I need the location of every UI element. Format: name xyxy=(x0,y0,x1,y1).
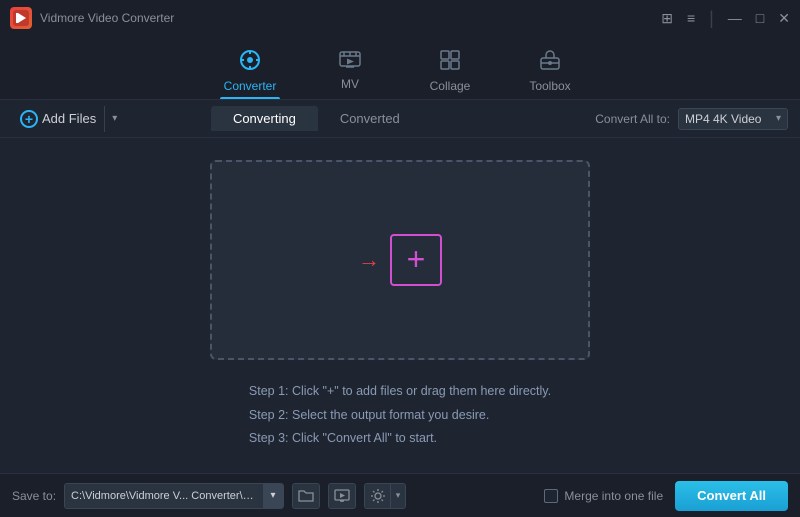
gear-dropdown[interactable]: ▾ xyxy=(390,483,406,509)
instruction-3: Step 3: Click "Convert All" to start. xyxy=(249,427,551,451)
converter-icon xyxy=(239,49,261,75)
mv-tab-label: MV xyxy=(341,77,359,91)
collage-tab-label: Collage xyxy=(430,79,471,93)
tab-collage[interactable]: Collage xyxy=(400,43,500,99)
title-bar-left: Vidmore Video Converter xyxy=(10,7,174,29)
save-path-text: C:\Vidmore\Vidmore V... Converter\Conver… xyxy=(65,490,263,502)
sub-tab-converted[interactable]: Converted xyxy=(318,106,422,131)
grid-button[interactable]: ⊞ xyxy=(661,10,673,27)
bottom-right: Merge into one file Convert All xyxy=(544,481,788,511)
drop-zone[interactable]: → + xyxy=(210,160,590,360)
instructions: Step 1: Click "+" to add files or drag t… xyxy=(229,380,571,451)
merge-into-one-file[interactable]: Merge into one file xyxy=(544,489,663,503)
tab-mv[interactable]: MV xyxy=(300,43,400,99)
title-bar-controls: ⊞ ≡ | — □ ✕ xyxy=(661,9,790,27)
preview-button[interactable] xyxy=(328,483,356,509)
format-dropdown-icon: ▾ xyxy=(776,113,781,124)
app-logo xyxy=(10,7,32,29)
tab-converter[interactable]: Converter xyxy=(200,43,300,99)
nav-tabs: Converter MV Collage xyxy=(0,36,800,100)
open-folder-button[interactable] xyxy=(292,483,320,509)
format-value: MP4 4K Video xyxy=(685,112,762,126)
tab-toolbox[interactable]: Toolbox xyxy=(500,43,600,99)
title-text: Vidmore Video Converter xyxy=(40,11,174,25)
sub-toolbar: + Add Files ▾ Converting Converted Conve… xyxy=(0,100,800,138)
format-select[interactable]: MP4 4K Video ▾ xyxy=(678,108,788,130)
sub-tab-converting[interactable]: Converting xyxy=(211,106,318,131)
main-content: → + Step 1: Click "+" to add files or dr… xyxy=(0,138,800,473)
close-button[interactable]: ✕ xyxy=(778,10,790,27)
title-bar: Vidmore Video Converter ⊞ ≡ | — □ ✕ xyxy=(0,0,800,36)
convert-all-button[interactable]: Convert All xyxy=(675,481,788,511)
add-files-icon: + xyxy=(20,110,38,128)
menu-button[interactable]: ≡ xyxy=(687,10,695,26)
convert-all-to: Convert All to: MP4 4K Video ▾ xyxy=(595,108,788,130)
save-path-dropdown[interactable]: ▾ xyxy=(263,483,283,509)
sub-tabs: Converting Converted xyxy=(211,106,422,131)
toolbox-icon xyxy=(539,49,561,75)
arrow-right-icon: → xyxy=(358,247,380,273)
add-files-dropdown[interactable]: ▾ xyxy=(104,106,124,132)
add-files-button[interactable]: + Add Files xyxy=(12,106,104,132)
maximize-button[interactable]: □ xyxy=(756,10,764,26)
save-path-box: C:\Vidmore\Vidmore V... Converter\Conver… xyxy=(64,483,284,509)
drop-zone-inner: → + xyxy=(358,234,442,286)
mv-icon xyxy=(339,51,361,73)
instruction-2: Step 2: Select the output format you des… xyxy=(249,404,551,428)
converter-tab-label: Converter xyxy=(224,79,277,93)
merge-checkbox[interactable] xyxy=(544,489,558,503)
save-to-label: Save to: xyxy=(12,489,56,503)
add-files-label: Add Files xyxy=(42,111,96,126)
instruction-1: Step 1: Click "+" to add files or drag t… xyxy=(249,380,551,404)
toolbox-tab-label: Toolbox xyxy=(529,79,570,93)
gear-group: ▾ xyxy=(364,483,406,509)
settings-button[interactable] xyxy=(364,483,390,509)
add-file-plus-button[interactable]: + xyxy=(390,234,442,286)
merge-label: Merge into one file xyxy=(564,489,663,503)
minimize-button[interactable]: — xyxy=(728,10,742,26)
collage-icon xyxy=(439,49,461,75)
bottom-bar: Save to: C:\Vidmore\Vidmore V... Convert… xyxy=(0,473,800,517)
convert-all-to-label: Convert All to: xyxy=(595,112,670,126)
